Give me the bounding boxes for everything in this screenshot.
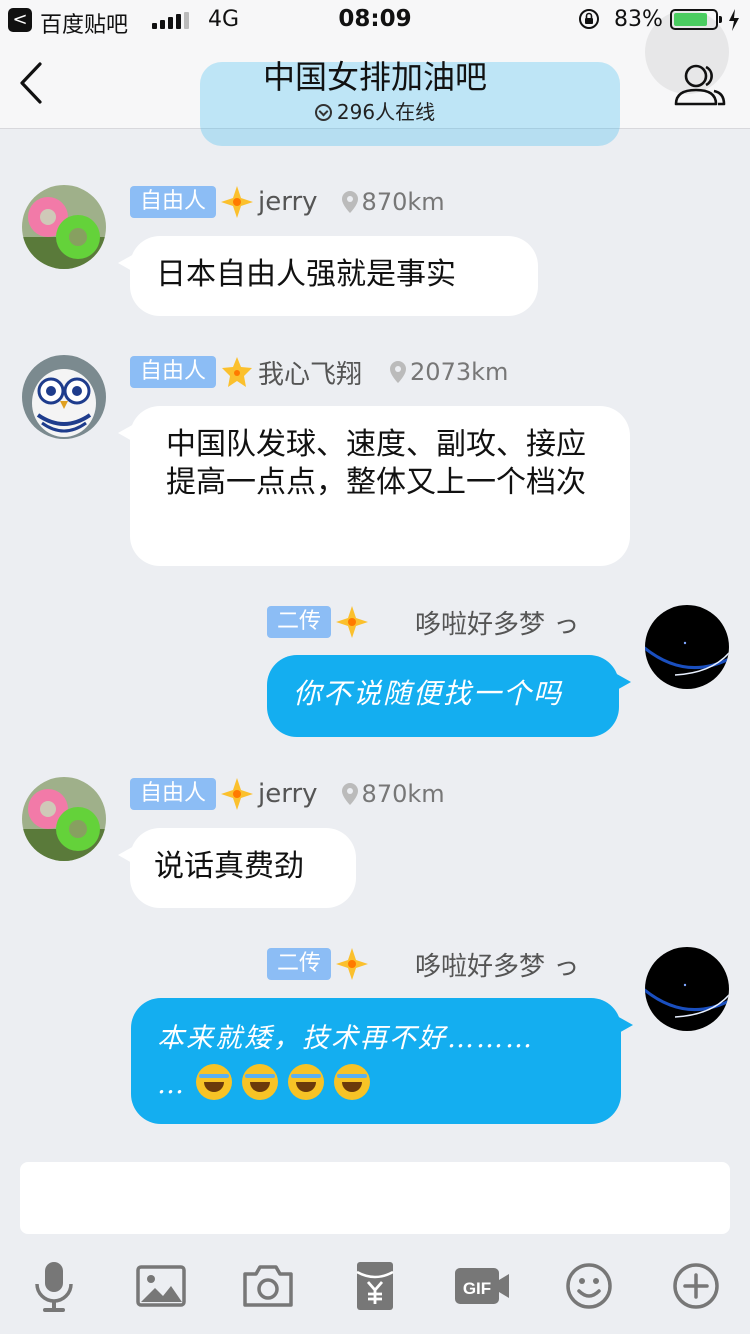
message-meta: 自由人 我心飞翔 2073km	[130, 354, 509, 391]
user-avatar[interactable]	[22, 355, 106, 439]
tears-of-joy-emoji-icon	[334, 1064, 370, 1100]
members-icon[interactable]	[672, 60, 728, 110]
message-text-line: …	[157, 1062, 595, 1108]
username[interactable]: jerry	[258, 187, 318, 217]
role-badge: 二传	[267, 606, 332, 638]
user-avatar[interactable]	[645, 947, 729, 1031]
message-text-trailing: …	[157, 1069, 186, 1100]
location-pin-icon	[341, 783, 358, 805]
message-bubble[interactable]: 本来就矮，技术再不好……… …	[131, 998, 633, 1124]
message-meta: 自由人 jerry 870km	[130, 185, 445, 219]
username[interactable]: 我心飞翔	[258, 354, 362, 391]
tears-of-joy-emoji-icon	[196, 1064, 232, 1100]
distance: 2073km	[410, 358, 509, 386]
star-badge-icon	[222, 357, 253, 387]
message-bubble[interactable]: 说话真费劲	[118, 828, 356, 908]
message-text: 中国队发球、速度、副攻、接应提高一点点，整体又上一个档次	[166, 427, 586, 500]
camera-icon[interactable]	[240, 1258, 296, 1314]
status-bar: < 百度贴吧 4G 08:09 83%	[0, 0, 750, 40]
emoji-row	[196, 1064, 380, 1100]
online-count-label: 296人在线	[336, 100, 436, 124]
charging-bolt-icon	[729, 9, 739, 31]
username[interactable]: 哆啦好多梦 っ	[415, 946, 579, 983]
user-avatar[interactable]	[22, 777, 106, 861]
message-bubble[interactable]: 你不说随便找一个吗	[267, 655, 631, 737]
star-badge-icon	[336, 948, 369, 980]
location-pin-icon	[390, 361, 407, 383]
role-badge: 自由人	[130, 186, 217, 218]
star-badge-icon	[221, 186, 254, 218]
role-badge: 二传	[267, 948, 332, 980]
chat-header: 中国女排加油吧 296人在线	[0, 10, 750, 146]
distance: 870km	[361, 188, 445, 216]
image-icon[interactable]	[133, 1258, 189, 1314]
message-bubble[interactable]: 中国队发球、速度、副攻、接应提高一点点，整体又上一个档次	[118, 406, 630, 566]
microphone-icon[interactable]	[26, 1258, 82, 1314]
distance: 870km	[361, 780, 445, 808]
page-title: 中国女排加油吧	[262, 58, 487, 96]
message-meta: 二传 哆啦好多梦 っ	[267, 604, 579, 641]
username[interactable]: jerry	[258, 779, 318, 809]
tears-of-joy-emoji-icon	[288, 1064, 324, 1100]
emoji-icon[interactable]	[561, 1258, 617, 1314]
message-meta: 二传 哆啦好多梦 っ	[267, 946, 579, 983]
online-count[interactable]: 296人在线	[0, 96, 750, 125]
star-badge-icon	[221, 778, 254, 810]
chevron-down-icon	[314, 104, 332, 121]
composer-toolbar: GIF	[0, 1246, 750, 1326]
user-avatar[interactable]	[645, 605, 729, 689]
star-badge-icon	[336, 606, 369, 638]
user-avatar[interactable]	[22, 185, 106, 269]
rotation-lock-icon	[579, 9, 599, 29]
message-text: 说话真费劲	[154, 849, 304, 884]
message-text: 你不说随便找一个吗	[293, 677, 564, 710]
message-text: 日本自由人强就是事实	[156, 257, 456, 292]
red-packet-icon[interactable]	[347, 1258, 403, 1314]
username[interactable]: 哆啦好多梦 っ	[415, 604, 579, 641]
message-bubble[interactable]: 日本自由人强就是事实	[118, 236, 538, 316]
message-meta: 自由人 jerry 870km	[130, 777, 445, 811]
role-badge: 自由人	[130, 356, 217, 388]
svg-text:GIF: GIF	[463, 1279, 491, 1298]
role-badge: 自由人	[130, 778, 217, 810]
tears-of-joy-emoji-icon	[242, 1064, 278, 1100]
location-pin-icon	[341, 191, 358, 213]
gif-icon[interactable]: GIF	[454, 1258, 510, 1314]
message-input[interactable]	[20, 1162, 730, 1234]
message-text: 本来就矮，技术再不好………	[157, 1023, 534, 1054]
plus-icon[interactable]	[668, 1258, 724, 1314]
